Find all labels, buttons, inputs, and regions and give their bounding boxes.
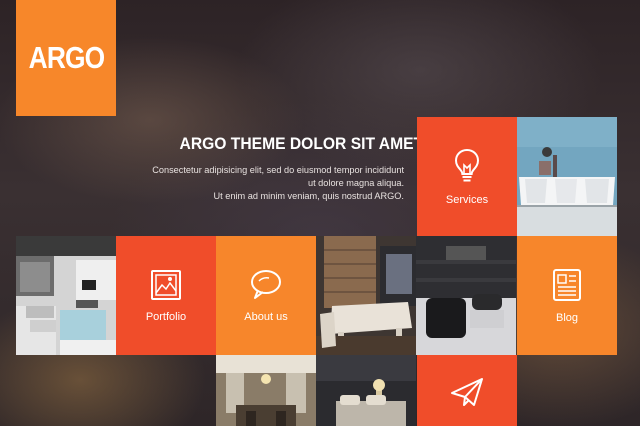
- hero-line-2: ut dolore magna aliqua.: [307, 178, 404, 188]
- photo-lounge: [416, 236, 516, 355]
- picture-frame-icon: [151, 269, 181, 300]
- blog-label: Blog: [555, 311, 579, 324]
- photo-dining-room: [316, 236, 416, 355]
- logo-text: ARGO: [28, 40, 104, 75]
- photo-sideboard: [517, 117, 617, 236]
- document-icon: [553, 268, 581, 301]
- lightbulb-icon: [454, 148, 480, 181]
- argo-logo[interactable]: ARGO: [16, 0, 116, 116]
- hero-description: Consectetur adipisicing elit, sed do eiu…: [150, 164, 404, 203]
- services-label: Services: [445, 193, 489, 206]
- paper-plane-icon: [451, 378, 483, 406]
- photo-living-room: [16, 236, 116, 355]
- portfolio-tile[interactable]: Portfolio: [116, 236, 216, 355]
- photo-bedroom: [316, 355, 416, 426]
- hero-line-1: Consectetur adipisicing elit, sed do eiu…: [152, 165, 404, 175]
- about-label: About us: [244, 310, 288, 323]
- about-tile[interactable]: About us: [216, 236, 316, 355]
- blog-tile[interactable]: Blog: [517, 236, 617, 355]
- speech-bubble-icon: [251, 269, 281, 299]
- hero-line-3: Ut enim ad minim veniam, quis nostrud AR…: [213, 191, 404, 201]
- services-tile[interactable]: Services: [417, 117, 517, 236]
- portfolio-label: Portfolio: [145, 310, 187, 323]
- contact-tile[interactable]: [417, 355, 517, 426]
- photo-dining-hall: [216, 355, 316, 426]
- hero-title: ARGO THEME DOLOR SIT AMET TELASDE: [179, 134, 501, 153]
